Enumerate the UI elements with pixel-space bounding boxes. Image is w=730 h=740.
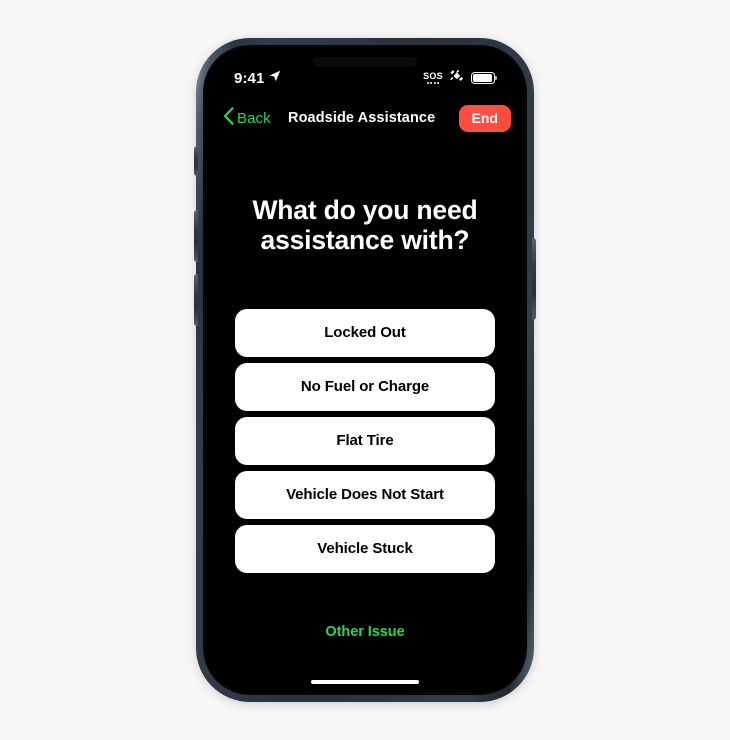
satellite-icon — [449, 68, 465, 89]
dynamic-island — [313, 57, 417, 67]
iphone-device-frame: 9:41 SOS Back Roadside Assistance End Wh… — [194, 38, 536, 702]
headline-line-1: What do you need — [252, 195, 478, 225]
other-issue-container: Other Issue — [205, 573, 525, 644]
status-bar-clock: 9:41 — [234, 69, 265, 87]
sos-label: SOS — [423, 71, 443, 81]
assistance-options-list: Locked Out No Fuel or Charge Flat Tire V… — [205, 256, 525, 573]
device-bezel: 9:41 SOS Back Roadside Assistance End Wh… — [203, 45, 527, 695]
sos-signal-dots — [426, 82, 440, 84]
headline-line-2: assistance with? — [260, 225, 470, 256]
option-locked-out[interactable]: Locked Out — [235, 308, 495, 357]
home-indicator[interactable] — [311, 679, 419, 684]
chevron-left-icon — [223, 106, 234, 130]
location-arrow-icon — [269, 69, 281, 87]
phone-screen: 9:41 SOS Back Roadside Assistance End Wh… — [205, 47, 525, 693]
back-button[interactable]: Back — [223, 106, 271, 130]
navigation-bar: Back Roadside Assistance End — [205, 99, 525, 137]
status-bar-left: 9:41 — [234, 69, 281, 87]
headline: What do you need assistance with? — [205, 137, 525, 256]
volume-down-button[interactable] — [194, 274, 198, 326]
action-button[interactable] — [194, 146, 198, 176]
option-no-fuel-or-charge[interactable]: No Fuel or Charge — [235, 362, 495, 411]
status-bar-right: SOS — [423, 68, 498, 89]
option-flat-tire[interactable]: Flat Tire — [235, 416, 495, 465]
main-content: What do you need assistance with? Locked… — [205, 137, 525, 693]
status-bar: 9:41 SOS — [205, 67, 525, 89]
end-button[interactable]: End — [458, 104, 511, 132]
volume-up-button[interactable] — [194, 210, 198, 262]
battery-full-icon — [471, 72, 498, 84]
sos-indicator: SOS — [423, 72, 443, 84]
page-title: Roadside Assistance — [288, 110, 436, 126]
other-issue-button[interactable]: Other Issue — [317, 620, 412, 644]
option-vehicle-stuck[interactable]: Vehicle Stuck — [235, 524, 495, 573]
option-vehicle-does-not-start[interactable]: Vehicle Does Not Start — [235, 470, 495, 519]
power-button[interactable] — [532, 238, 536, 320]
